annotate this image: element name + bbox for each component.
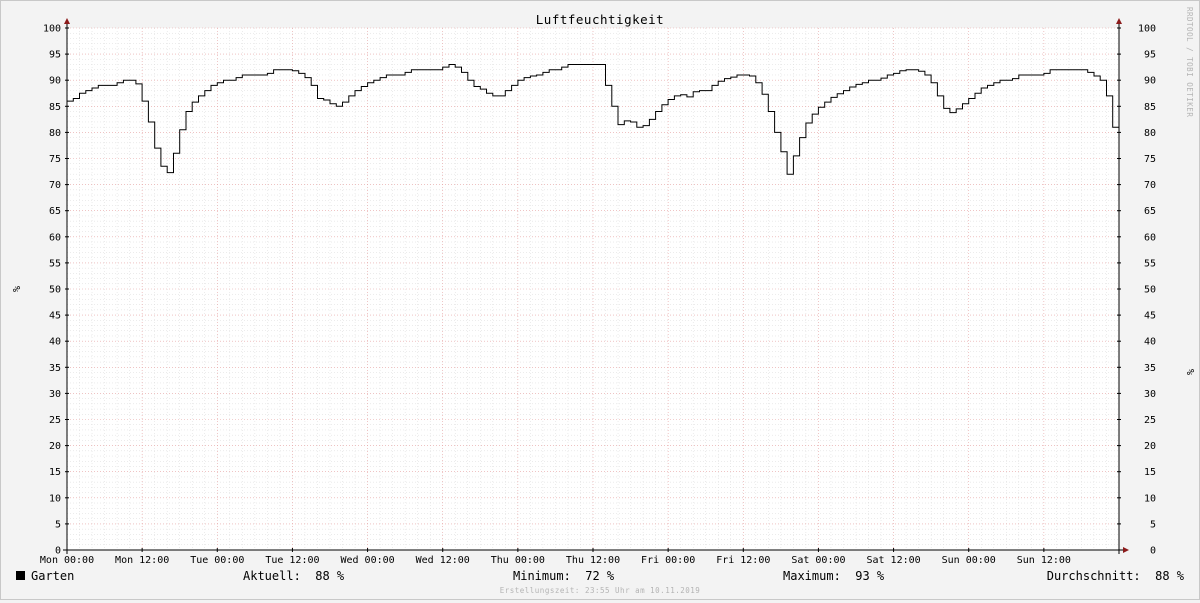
y-tick-label-right: 25 (1144, 415, 1156, 426)
y-tick-label-right: 85 (1144, 102, 1156, 113)
y-axis-label-left: % (10, 286, 21, 292)
y-tick-label-left: 95 (49, 50, 61, 61)
stat-durchschnitt: Durchschnitt: 88 % (1047, 569, 1185, 583)
x-tick-label: Wed 00:00 (340, 555, 394, 566)
y-tick-label-left: 100 (43, 24, 61, 35)
x-tick-label: Tue 12:00 (265, 555, 319, 566)
y-tick-label-left: 90 (49, 76, 61, 87)
x-tick-label: Sat 00:00 (791, 555, 845, 566)
legend-series-name: Garten (31, 569, 74, 583)
y-tick-label-left: 30 (49, 389, 61, 400)
y-tick-label-right: 95 (1144, 50, 1156, 61)
x-tick-label: Fri 00:00 (641, 555, 695, 566)
y-tick-label-left: 70 (49, 180, 61, 191)
y-tick-label-right: 0 (1150, 546, 1156, 557)
y-axis-right-labels: 0 5 10 15 20 25 30 35 40 45 50 55 60 65 70 75 80 85 90 95 10… (1138, 24, 1156, 557)
x-tick-label: Mon 00:00 (40, 555, 94, 566)
x-axis-labels: Mon 00:00 Mon 12:00 Tue 00:00 Tue 12:00 Wed … (40, 555, 1071, 566)
x-tick-label: Sun 12:00 (1017, 555, 1071, 566)
y-tick-label-right: 80 (1144, 128, 1156, 139)
y-tick-label-left: 80 (49, 128, 61, 139)
rrdtool-watermark: RRDTOOL / TOBI OETIKER (1185, 7, 1194, 117)
x-tick-label: Mon 12:00 (115, 555, 169, 566)
stat-minimum: Minimum: 72 % (513, 569, 615, 583)
y-tick-label-left: 50 (49, 285, 61, 296)
rrd-graph-frame: 0 5 10 15 20 25 30 35 40 45 50 55 60 65 70 75 80 85 90 95 10… (0, 0, 1200, 600)
y-tick-label-right: 35 (1144, 363, 1156, 374)
y-tick-label-right: 90 (1144, 76, 1156, 87)
y-tick-label-left: 40 (49, 337, 61, 348)
footer-timestamp: Erstellungszeit: 23:55 Uhr am 10.11.2019 (500, 586, 701, 595)
y-tick-label-left: 55 (49, 258, 61, 269)
y-tick-label-left: 35 (49, 363, 61, 374)
y-axis-left-labels: 0510152025303540455055606570758085909510… (43, 24, 61, 557)
y-tick-label-left: 15 (49, 467, 61, 478)
y-tick-label-left: 20 (49, 441, 61, 452)
y-axis-left-arrow (64, 18, 70, 24)
x-tick-label: Thu 00:00 (491, 555, 545, 566)
y-tick-label-left: 45 (49, 311, 61, 322)
y-tick-label-right: 30 (1144, 389, 1156, 400)
y-tick-label-right: 5 (1150, 519, 1156, 530)
x-tick-label: Sat 12:00 (866, 555, 920, 566)
y-tick-label-right: 15 (1144, 467, 1156, 478)
y-tick-label-left: 5 (55, 519, 61, 530)
x-axis-arrow (1123, 547, 1129, 553)
y-axis-right-arrow (1116, 18, 1122, 24)
chart-title: Luftfeuchtigkeit (536, 12, 664, 27)
y-tick-label-right: 20 (1144, 441, 1156, 452)
y-tick-label-right: 70 (1144, 180, 1156, 191)
y-tick-label-right: 45 (1144, 311, 1156, 322)
legend-swatch (16, 571, 25, 580)
y-tick-label-left: 75 (49, 154, 61, 165)
y-tick-label-right: 50 (1144, 285, 1156, 296)
y-tick-label-right: 100 (1138, 24, 1156, 35)
y-tick-label-right: 40 (1144, 337, 1156, 348)
stat-maximum: Maximum: 93 % (783, 569, 885, 583)
y-tick-label-right: 10 (1144, 493, 1156, 504)
y-tick-label-left: 10 (49, 493, 61, 504)
y-tick-label-left: 25 (49, 415, 61, 426)
y-axis-label-right: % (1184, 369, 1195, 375)
x-tick-label: Wed 12:00 (416, 555, 470, 566)
y-tick-label-right: 65 (1144, 206, 1156, 217)
y-tick-label-left: 60 (49, 232, 61, 243)
x-tick-label: Sun 00:00 (942, 555, 996, 566)
x-tick-label: Fri 12:00 (716, 555, 770, 566)
humidity-chart: 0 5 10 15 20 25 30 35 40 45 50 55 60 65 70 75 80 85 90 95 10… (10, 7, 1195, 595)
stat-aktuell: Aktuell: 88 % (243, 569, 345, 583)
y-tick-label-right: 60 (1144, 232, 1156, 243)
y-tick-label-left: 85 (49, 102, 61, 113)
x-tick-label: Tue 00:00 (190, 555, 244, 566)
y-tick-label-left: 65 (49, 206, 61, 217)
y-tick-label-right: 55 (1144, 258, 1156, 269)
x-tick-label: Thu 12:00 (566, 555, 620, 566)
y-tick-label-right: 75 (1144, 154, 1156, 165)
